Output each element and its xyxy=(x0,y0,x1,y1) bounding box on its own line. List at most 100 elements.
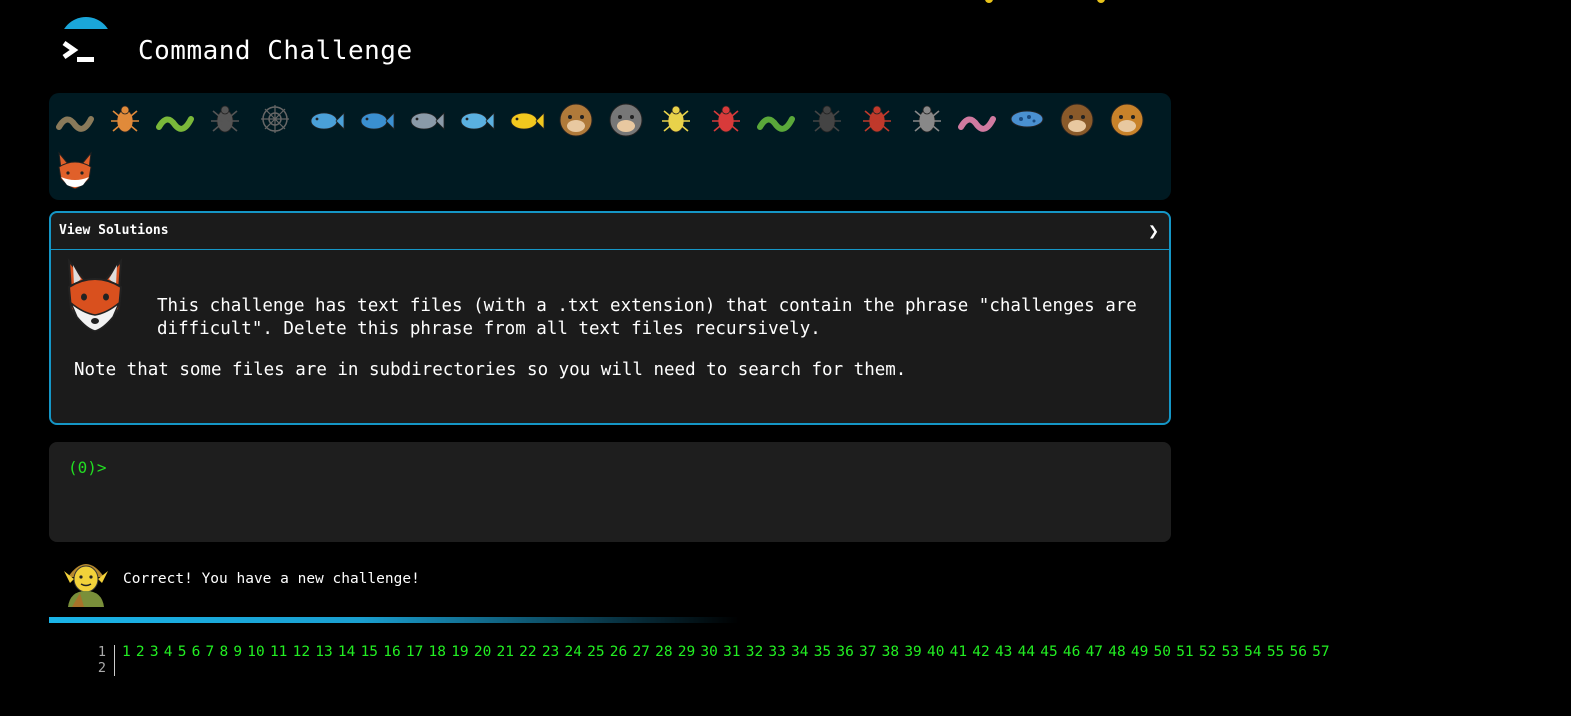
level-link-11[interactable]: 11 xyxy=(270,644,287,660)
level-link-7[interactable]: 7 xyxy=(206,644,215,660)
achievement-badges xyxy=(49,93,1171,200)
challenge-card: View Solutions ❯ This challenge has text… xyxy=(49,211,1171,425)
level-link-48[interactable]: 48 xyxy=(1108,644,1125,660)
blowfish-icon[interactable] xyxy=(556,99,596,139)
microbe-icon[interactable] xyxy=(1007,99,1047,139)
line-numbers: 12 xyxy=(94,644,106,676)
level-link-55[interactable]: 55 xyxy=(1267,644,1284,660)
level-link-18[interactable]: 18 xyxy=(429,644,446,660)
terminal-input[interactable] xyxy=(157,454,1141,482)
level-link-12[interactable]: 12 xyxy=(293,644,310,660)
fox-avatar-icon xyxy=(67,257,123,332)
spider-web-icon[interactable] xyxy=(255,99,295,139)
level-link-33[interactable]: 33 xyxy=(768,644,785,660)
level-link-49[interactable]: 49 xyxy=(1131,644,1148,660)
ant-icon[interactable] xyxy=(205,99,245,139)
scorpion-icon[interactable] xyxy=(857,99,897,139)
level-link-9[interactable]: 9 xyxy=(233,644,242,660)
wolf-icon[interactable] xyxy=(606,99,646,139)
terminal[interactable]: (0)> xyxy=(49,442,1171,542)
dolphin-icon[interactable] xyxy=(356,99,396,139)
level-link-30[interactable]: 30 xyxy=(700,644,717,660)
level-link-53[interactable]: 53 xyxy=(1222,644,1239,660)
worm-icon[interactable] xyxy=(957,99,997,139)
level-link-52[interactable]: 52 xyxy=(1199,644,1216,660)
level-link-2[interactable]: 2 xyxy=(136,644,145,660)
level-link-17[interactable]: 17 xyxy=(406,644,423,660)
level-link-35[interactable]: 35 xyxy=(814,644,831,660)
level-link-3[interactable]: 3 xyxy=(150,644,159,660)
level-link-19[interactable]: 19 xyxy=(451,644,468,660)
chevron-right-icon[interactable]: ❯ xyxy=(1148,221,1159,242)
snail-icon[interactable] xyxy=(55,99,95,139)
fish-icon[interactable] xyxy=(456,99,496,139)
level-link-14[interactable]: 14 xyxy=(338,644,355,660)
elf-icon xyxy=(64,564,108,607)
level-link-6[interactable]: 6 xyxy=(192,644,201,660)
level-link-34[interactable]: 34 xyxy=(791,644,808,660)
level-link-37[interactable]: 37 xyxy=(859,644,876,660)
level-link-44[interactable]: 44 xyxy=(1018,644,1035,660)
level-link-45[interactable]: 45 xyxy=(1040,644,1057,660)
challenge-description: This challenge has text files (with a .t… xyxy=(157,296,1137,339)
editor-gutter xyxy=(114,645,115,676)
level-link-24[interactable]: 24 xyxy=(564,644,581,660)
monkey-icon[interactable] xyxy=(1057,99,1097,139)
level-link-13[interactable]: 13 xyxy=(315,644,332,660)
level-link-47[interactable]: 47 xyxy=(1086,644,1103,660)
level-link-54[interactable]: 54 xyxy=(1244,644,1261,660)
bee-icon[interactable] xyxy=(656,99,696,139)
level-link-43[interactable]: 43 xyxy=(995,644,1012,660)
level-link-57[interactable]: 57 xyxy=(1312,644,1329,660)
level-link-42[interactable]: 42 xyxy=(972,644,989,660)
tropical-fish-icon[interactable] xyxy=(506,99,546,139)
level-link-51[interactable]: 51 xyxy=(1176,644,1193,660)
level-link-15[interactable]: 15 xyxy=(361,644,378,660)
line-number: 2 xyxy=(97,660,106,676)
butterfly-icon[interactable] xyxy=(105,99,145,139)
level-link-1[interactable]: 1 xyxy=(122,644,131,660)
level-link-27[interactable]: 27 xyxy=(632,644,649,660)
level-link-40[interactable]: 40 xyxy=(927,644,944,660)
cricket-icon[interactable] xyxy=(756,99,796,139)
level-link-10[interactable]: 10 xyxy=(247,644,264,660)
fox-icon[interactable] xyxy=(55,149,95,189)
terminal-prompt-icon[interactable] xyxy=(60,35,100,69)
shark-icon[interactable] xyxy=(406,99,446,139)
level-link-23[interactable]: 23 xyxy=(542,644,559,660)
level-link-39[interactable]: 39 xyxy=(904,644,921,660)
level-link-31[interactable]: 31 xyxy=(723,644,740,660)
level-link-20[interactable]: 20 xyxy=(474,644,491,660)
spider-icon[interactable] xyxy=(807,99,847,139)
level-link-4[interactable]: 4 xyxy=(164,644,173,660)
level-link-56[interactable]: 56 xyxy=(1289,644,1306,660)
dog-icon[interactable] xyxy=(1107,99,1147,139)
level-link-26[interactable]: 26 xyxy=(610,644,627,660)
level-link-50[interactable]: 50 xyxy=(1154,644,1171,660)
level-link-8[interactable]: 8 xyxy=(219,644,228,660)
ladybug-icon[interactable] xyxy=(706,99,746,139)
level-link-16[interactable]: 16 xyxy=(383,644,400,660)
whale-icon[interactable] xyxy=(306,99,346,139)
level-link-21[interactable]: 21 xyxy=(497,644,514,660)
level-link-41[interactable]: 41 xyxy=(950,644,967,660)
level-link-46[interactable]: 46 xyxy=(1063,644,1080,660)
level-link-38[interactable]: 38 xyxy=(882,644,899,660)
level-link-36[interactable]: 36 xyxy=(836,644,853,660)
header: Command Challenge xyxy=(0,0,1571,90)
level-link-28[interactable]: 28 xyxy=(655,644,672,660)
top-decoration xyxy=(985,0,1115,6)
caterpillar-icon[interactable] xyxy=(155,99,195,139)
level-link-25[interactable]: 25 xyxy=(587,644,604,660)
level-link-22[interactable]: 22 xyxy=(519,644,536,660)
fly-icon[interactable] xyxy=(907,99,947,139)
challenge-header[interactable]: View Solutions ❯ xyxy=(51,213,1169,250)
level-link-29[interactable]: 29 xyxy=(678,644,695,660)
level-link-32[interactable]: 32 xyxy=(746,644,763,660)
level-link-5[interactable]: 5 xyxy=(178,644,187,660)
challenge-note: Note that some files are in subdirectori… xyxy=(74,360,907,380)
line-number: 1 xyxy=(97,644,106,660)
level-list: 1 2 3 4 5 6 7 8 9 10 11 12 13 14 15 16 17 18 19 20 21 22 23 24 2… xyxy=(122,644,1335,660)
app-title[interactable]: Command Challenge xyxy=(138,36,413,66)
view-solutions-link[interactable]: View Solutions xyxy=(59,223,169,238)
